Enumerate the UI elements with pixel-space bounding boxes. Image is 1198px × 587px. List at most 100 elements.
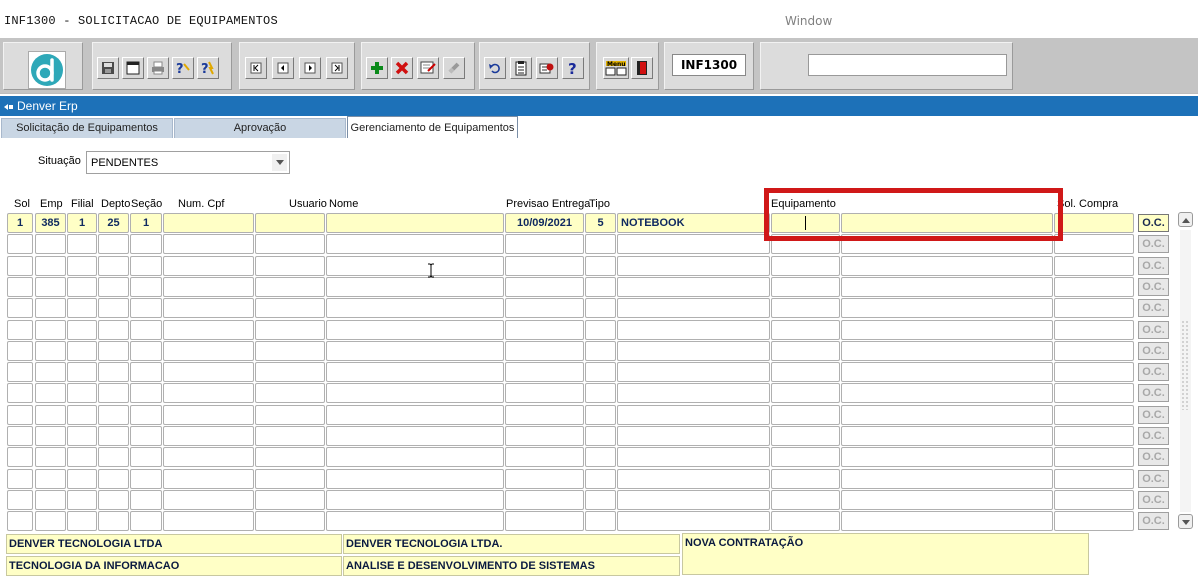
cell-tipo-desc[interactable] bbox=[617, 341, 770, 361]
cell-nome[interactable] bbox=[326, 426, 504, 446]
cell-equipamento-desc[interactable] bbox=[841, 277, 1053, 297]
cell-nome[interactable] bbox=[326, 511, 504, 531]
edit-button[interactable] bbox=[417, 57, 439, 79]
cell-sol[interactable] bbox=[7, 405, 33, 425]
cell-equipamento-code[interactable] bbox=[771, 511, 840, 531]
cell-usuario[interactable] bbox=[255, 362, 325, 382]
first-record-button[interactable] bbox=[245, 57, 267, 79]
help-button[interactable]: ? bbox=[562, 57, 584, 79]
cell-sol[interactable] bbox=[7, 469, 33, 489]
cell-emp[interactable] bbox=[35, 383, 66, 403]
cell-sol[interactable] bbox=[7, 341, 33, 361]
cell-tipo-desc[interactable] bbox=[617, 405, 770, 425]
cell-usuario[interactable] bbox=[255, 511, 325, 531]
cell-equipamento-code[interactable] bbox=[771, 277, 840, 297]
cell-nome[interactable] bbox=[326, 256, 504, 276]
cell-equipamento-code[interactable] bbox=[771, 405, 840, 425]
cell-cpf[interactable] bbox=[163, 213, 254, 233]
cell-sol[interactable] bbox=[7, 447, 33, 467]
cell-sol[interactable] bbox=[7, 426, 33, 446]
cell-sol-compra[interactable] bbox=[1054, 426, 1134, 446]
cell-depto[interactable] bbox=[98, 511, 129, 531]
cell-nome[interactable] bbox=[326, 213, 504, 233]
cell-nome[interactable] bbox=[326, 277, 504, 297]
cell-cpf[interactable] bbox=[163, 277, 254, 297]
cell-tipo[interactable] bbox=[585, 490, 616, 510]
cell-cpf[interactable] bbox=[163, 341, 254, 361]
oc-button[interactable]: O.C. bbox=[1138, 278, 1169, 296]
print-button[interactable] bbox=[147, 57, 169, 79]
oc-button[interactable]: O.C. bbox=[1138, 491, 1169, 509]
cell-previsao[interactable] bbox=[505, 298, 584, 318]
oc-button[interactable]: O.C. bbox=[1138, 470, 1169, 488]
cell-nome[interactable] bbox=[326, 447, 504, 467]
cell-secao[interactable] bbox=[130, 469, 162, 489]
cell-depto[interactable] bbox=[98, 256, 129, 276]
cell-sol[interactable] bbox=[7, 256, 33, 276]
insert-record-button[interactable] bbox=[366, 57, 388, 79]
cell-secao[interactable] bbox=[130, 362, 162, 382]
cell-filial[interactable] bbox=[67, 341, 97, 361]
cell-sol-compra[interactable] bbox=[1054, 234, 1134, 254]
cell-tipo-desc[interactable] bbox=[617, 320, 770, 340]
cell-sol-compra[interactable] bbox=[1054, 469, 1134, 489]
cell-cpf[interactable] bbox=[163, 426, 254, 446]
oc-button[interactable]: O.C. bbox=[1138, 406, 1169, 424]
cell-nome[interactable] bbox=[326, 405, 504, 425]
cell-cpf[interactable] bbox=[163, 320, 254, 340]
cell-equipamento-code[interactable] bbox=[771, 256, 840, 276]
oc-button[interactable]: O.C. bbox=[1138, 512, 1169, 530]
cell-previsao[interactable] bbox=[505, 234, 584, 254]
cell-tipo[interactable] bbox=[585, 383, 616, 403]
cell-filial[interactable] bbox=[67, 298, 97, 318]
cell-depto[interactable] bbox=[98, 234, 129, 254]
cell-emp[interactable] bbox=[35, 469, 66, 489]
cell-sol-compra[interactable] bbox=[1054, 320, 1134, 340]
cell-filial[interactable] bbox=[67, 320, 97, 340]
scrollbar-grip[interactable] bbox=[1181, 320, 1190, 410]
cell-sol[interactable] bbox=[7, 511, 33, 531]
oc-button[interactable]: O.C. bbox=[1138, 214, 1169, 232]
cell-sol-compra[interactable] bbox=[1054, 447, 1134, 467]
cell-sol[interactable] bbox=[7, 277, 33, 297]
cell-emp[interactable] bbox=[35, 511, 66, 531]
tab-gerenciamento[interactable]: Gerenciamento de Equipamentos bbox=[347, 116, 518, 138]
cell-secao[interactable] bbox=[130, 511, 162, 531]
cell-cpf[interactable] bbox=[163, 490, 254, 510]
cell-tipo-desc[interactable] bbox=[617, 277, 770, 297]
chevron-down-icon[interactable] bbox=[272, 154, 287, 171]
cell-secao[interactable] bbox=[130, 298, 162, 318]
undo-button[interactable] bbox=[484, 57, 506, 79]
cell-previsao[interactable] bbox=[505, 469, 584, 489]
cell-nome[interactable] bbox=[326, 362, 504, 382]
cell-equipamento-desc[interactable] bbox=[841, 320, 1053, 340]
cell-sol-compra[interactable] bbox=[1054, 341, 1134, 361]
cell-equipamento-code[interactable] bbox=[771, 426, 840, 446]
cell-sol-compra[interactable] bbox=[1054, 362, 1134, 382]
cell-tipo-desc[interactable] bbox=[617, 469, 770, 489]
cell-cpf[interactable] bbox=[163, 256, 254, 276]
cell-previsao[interactable] bbox=[505, 405, 584, 425]
cell-usuario[interactable] bbox=[255, 426, 325, 446]
cell-tipo[interactable] bbox=[585, 405, 616, 425]
cell-sol-compra[interactable] bbox=[1054, 490, 1134, 510]
cell-emp[interactable] bbox=[35, 447, 66, 467]
cell-equipamento-code[interactable] bbox=[771, 298, 840, 318]
cell-sol[interactable] bbox=[7, 490, 33, 510]
cell-tipo[interactable] bbox=[585, 298, 616, 318]
cell-depto[interactable] bbox=[98, 298, 129, 318]
cell-emp[interactable] bbox=[35, 256, 66, 276]
last-record-button[interactable] bbox=[326, 57, 348, 79]
cell-tipo-desc[interactable] bbox=[617, 256, 770, 276]
cell-tipo-desc[interactable] bbox=[617, 362, 770, 382]
cell-secao[interactable] bbox=[130, 277, 162, 297]
oc-button[interactable]: O.C. bbox=[1138, 448, 1169, 466]
cell-nome[interactable] bbox=[326, 469, 504, 489]
cell-tipo-desc[interactable] bbox=[617, 234, 770, 254]
cell-previsao[interactable] bbox=[505, 256, 584, 276]
tab-solicitacao[interactable]: Solicitação de Equipamentos bbox=[1, 118, 173, 138]
cell-filial[interactable] bbox=[67, 447, 97, 467]
cell-emp[interactable] bbox=[35, 405, 66, 425]
cell-depto[interactable] bbox=[98, 320, 129, 340]
cell-equipamento-desc[interactable] bbox=[841, 405, 1053, 425]
